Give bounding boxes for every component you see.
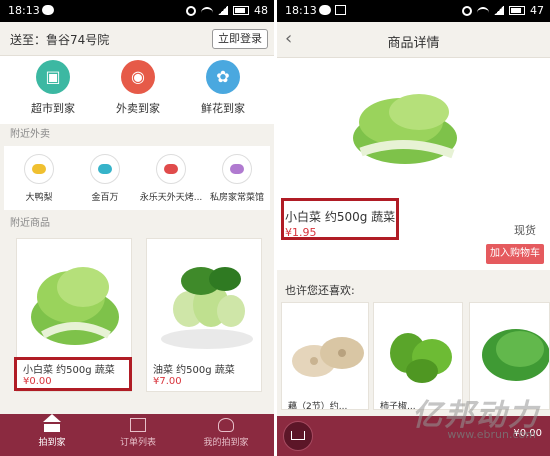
address-bar: 送至：鲁谷74号院 立即登录: [0, 22, 274, 56]
category-label: 鲜花到家: [201, 102, 245, 115]
stock-status: 现货: [514, 224, 536, 237]
shopping-bag-icon: ▣: [36, 60, 70, 94]
tab-label: 订单列表: [119, 438, 156, 448]
tab-label: 拍到家: [38, 438, 66, 448]
fork-knife-icon: [90, 154, 120, 184]
product-detail-screen: 18:13 47 ‹ 商品详情 小白菜 约500g 蔬菜 ¥1.95 现货 加入…: [277, 0, 550, 456]
recommendation-name: 柿子椒...: [380, 402, 416, 410]
battery-level: 48: [254, 4, 268, 17]
tab-label: 我的拍到家: [203, 438, 249, 448]
shopping-cart-icon[interactable]: [283, 421, 313, 451]
signal-icon: [218, 6, 228, 15]
shop-label: 永乐天外天烤...: [139, 193, 203, 203]
recommendation-card[interactable]: 藕（2节）约...: [281, 302, 369, 410]
category-row: ▣ 超市到家 ◉ 外卖到家 ✿ 鲜花到家: [0, 56, 274, 124]
shops-row: 大鸭梨 金百万 永乐天外天烤... 私房家常菜馆: [4, 146, 270, 210]
home-screen: 18:13 48 送至：鲁谷74号院 立即登录 ▣ 超市到家 ◉ 外卖到家 ✿ …: [0, 0, 274, 456]
chat-bubble-icon: [319, 5, 331, 15]
battery-icon: [509, 6, 525, 15]
recommendation-name: 藕（2节）约...: [288, 402, 348, 410]
rapeseed-greens-image: [161, 267, 253, 349]
recommendations-heading: 也许您还喜欢:: [285, 284, 355, 297]
chopsticks-bowl-icon: [156, 154, 186, 184]
shop-item[interactable]: 大鸭梨: [6, 154, 72, 203]
page-title: 商品详情: [387, 36, 440, 51]
category-takeout[interactable]: ◉ 外卖到家: [103, 60, 173, 116]
lotus-root-image: [292, 337, 364, 377]
nearby-takeout-heading: 附近外卖: [0, 125, 274, 145]
shop-item[interactable]: 金百万: [72, 154, 138, 203]
shop-label: 大鸭梨: [25, 193, 53, 203]
lettuce-image: [482, 329, 549, 381]
delivery-address[interactable]: 送至：鲁谷74号院: [10, 31, 109, 48]
green-pepper-image: [390, 333, 452, 383]
home-icon: [43, 414, 61, 432]
hot-bowl-icon: [222, 154, 252, 184]
watermark-url: www.ebrun.com: [447, 428, 536, 441]
shop-item[interactable]: 永乐天外天烤...: [138, 154, 204, 203]
login-button[interactable]: 立即登录: [212, 29, 268, 49]
nav-bar: ‹ 商品详情: [277, 22, 550, 58]
tab-home[interactable]: 拍到家: [12, 414, 92, 448]
alarm-icon: [462, 5, 472, 16]
order-list-icon: [130, 418, 146, 432]
shop-label: 私房家常菜馆: [209, 193, 264, 203]
chat-bubble-icon: [42, 5, 54, 15]
category-label: 超市到家: [31, 102, 75, 115]
flower-icon: ✿: [206, 60, 240, 94]
goods-name: 油菜 约500g 蔬菜: [153, 365, 235, 376]
status-time: 18:13: [285, 4, 317, 17]
goods-price: ¥7.00: [153, 376, 182, 387]
signal-icon: [494, 6, 504, 15]
tab-profile[interactable]: 我的拍到家: [186, 418, 266, 448]
shop-label: 金百万: [91, 193, 119, 203]
alarm-icon: [186, 5, 196, 16]
dish-cover-icon: [24, 154, 54, 184]
add-to-cart-button[interactable]: 加入购物车: [486, 244, 544, 264]
screenshot-root: 18:13 48 送至：鲁谷74号院 立即登录 ▣ 超市到家 ◉ 外卖到家 ✿ …: [0, 0, 550, 456]
nearby-goods-heading: 附近商品: [0, 214, 274, 234]
status-bar: 18:13 47: [277, 0, 550, 22]
wifi-icon: [477, 6, 489, 15]
tab-orders[interactable]: 订单列表: [98, 418, 178, 448]
category-flowers[interactable]: ✿ 鲜花到家: [188, 60, 258, 116]
category-label: 外卖到家: [116, 102, 160, 115]
status-time: 18:13: [8, 4, 40, 17]
bok-choy-image: [353, 94, 457, 164]
shop-item[interactable]: 私房家常菜馆: [204, 154, 270, 203]
image-notification-icon: [335, 5, 346, 15]
status-bar: 18:13 48: [0, 0, 274, 22]
wifi-icon: [201, 6, 213, 15]
pizza-icon: ◉: [121, 60, 155, 94]
goods-card[interactable]: 油菜 约500g 蔬菜 ¥7.00: [146, 238, 262, 392]
battery-level: 47: [530, 4, 544, 17]
bottom-tab-bar: 拍到家 订单列表 我的拍到家: [0, 414, 274, 456]
user-icon: [218, 418, 234, 432]
highlight-box: [281, 198, 399, 240]
category-supermarket[interactable]: ▣ 超市到家: [18, 60, 88, 116]
highlight-box: [14, 357, 132, 391]
battery-icon: [233, 6, 249, 15]
bok-choy-image: [31, 267, 119, 345]
